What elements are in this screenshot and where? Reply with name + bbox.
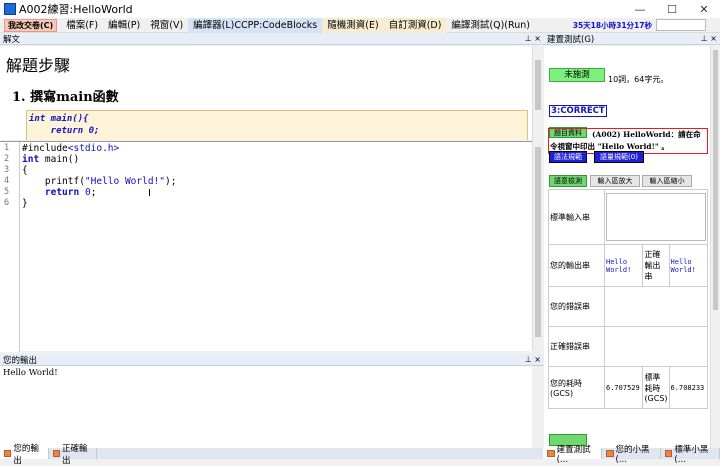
doc-scrollbar[interactable] [532, 46, 544, 141]
tab-icon [52, 450, 60, 457]
output-panel-header: 您的輸出 ⊥ × [0, 354, 544, 366]
tab-icon [547, 450, 555, 457]
topic-rules-button[interactable]: 語量規範(0) [594, 151, 644, 163]
code-line: int main() [22, 154, 80, 165]
your-error-label: 您的錯誤串 [548, 286, 605, 327]
timer-box [656, 19, 706, 31]
your-time-value: 6.707529 [603, 366, 644, 409]
line-number: 4 [4, 176, 10, 186]
code-line: return 0; [44, 187, 97, 198]
your-output-label: 您的輸出串 [548, 244, 605, 287]
your-output-value: Hello World! [603, 244, 644, 287]
pin-icon[interactable]: ⊥ × [525, 355, 541, 364]
std-time-label: 標準耗時(GCS) [642, 366, 670, 409]
pin-icon[interactable]: ⊥ × [701, 34, 717, 43]
window-title: A002練習:HelloWorld [19, 3, 133, 16]
menu-compiler[interactable]: 編譯器(L)CCPP:CodeBlocks [188, 17, 323, 33]
line-number: 6 [4, 198, 10, 208]
close-button[interactable]: ✕ [688, 0, 720, 18]
editor-scrollbar[interactable] [532, 141, 544, 351]
pin-icon[interactable]: ⊥ × [525, 34, 541, 43]
correct-error-label: 正確錯誤串 [548, 326, 605, 367]
tab-icon [4, 450, 12, 457]
doc-code-block: int main(){ return 0; [26, 110, 528, 140]
line-number: 2 [4, 154, 10, 164]
zoom-in-input-button[interactable]: 輸入區放大 [590, 175, 640, 187]
menu-custom-data[interactable]: 自訂測資(D) [383, 17, 447, 33]
maximize-button[interactable]: ☐ [656, 0, 688, 18]
doc-panel-header: 解文 ⊥ × [0, 33, 544, 45]
line-number: 3 [4, 165, 10, 175]
output-panel-title: 您的輸出 [3, 355, 38, 366]
stdin-input[interactable] [604, 189, 708, 245]
tab-your-blackbox[interactable]: 您的小黑(... [602, 445, 662, 465]
menu-view[interactable]: 視窗(V) [145, 18, 188, 33]
code-line: printf("Hello World!"); [22, 176, 177, 187]
doc-code-line: int main(){ [29, 114, 89, 124]
code-line: } [22, 198, 28, 209]
semantic-check-button[interactable]: 語意檢測 [549, 175, 587, 187]
menu-edit[interactable]: 編輯(P) [103, 18, 145, 33]
correct-output-label: 正確輸出串 [642, 244, 670, 287]
tab-correct-output[interactable]: 正確輸出 [49, 444, 98, 466]
build-test-panel: 未施測 10詞，64字元。 3:CORRECT 題目資料 (A002) Hell… [544, 46, 710, 448]
doc-heading: 解題步驟 [6, 56, 71, 75]
zoom-out-input-button[interactable]: 輸入區縮小 [642, 175, 692, 187]
countdown-timer: 35天18小時31分17秒 [572, 20, 652, 30]
minimize-button[interactable]: — [624, 0, 656, 18]
build-test-scrollbar[interactable] [710, 46, 720, 448]
menu-random-data[interactable]: 隨機測資(E) [322, 17, 384, 33]
code-line: { [22, 165, 28, 176]
line-number: 1 [4, 143, 10, 153]
tab-std-blackbox[interactable]: 標準小黑(... [661, 445, 720, 465]
tab-icon [665, 450, 673, 457]
app-icon [4, 3, 16, 15]
syntax-rules-button[interactable]: 語法規範 [549, 151, 587, 163]
doc-step: 1. 撰寫main函數 [12, 90, 119, 105]
bottom-tab-bar: 您的輸出 正確輸出 建置測試(... 您的小黑(... 標準小黑(... [0, 444, 720, 466]
title-bar: A002練習:HelloWorld — ☐ ✕ [0, 0, 720, 18]
menu-compile-run[interactable]: 編譯測試(Q)(Run) [446, 18, 535, 33]
code-editor[interactable]: 1 2 3 4 5 6 #include<stdio.h> int main()… [0, 141, 532, 352]
code-line: #include<stdio.h> [22, 143, 120, 154]
test-result-table: 標準輸入串 您的輸出串 Hello World! 正確輸出串 Hello Wor… [548, 189, 709, 409]
your-time-label: 您的耗時(GCS) [548, 366, 605, 409]
line-gutter: 1 2 3 4 5 6 [0, 142, 20, 352]
doc-panel: 解題步驟 1. 撰寫main函數 int main(){ return 0; [0, 46, 532, 140]
tab-icon [606, 450, 614, 457]
text-cursor-icon: Ι [148, 188, 151, 199]
submit-exam-button[interactable]: 我改交卷(C) [4, 18, 58, 32]
menu-bar: 我改交卷(C) 檔案(F) 編輯(P) 視窗(V) 編譯器(L)CCPP:Cod… [0, 17, 720, 33]
tab-build-test[interactable]: 建置測試(... [543, 445, 603, 465]
stdin-label: 標準輸入串 [548, 189, 605, 245]
tab-your-output[interactable]: 您的輸出 [0, 444, 49, 466]
correct-output-value: Hello World! [668, 244, 709, 287]
result-label: 3:CORRECT [549, 105, 607, 117]
build-test-panel-header: 建置測試(G) ⊥ × [544, 33, 720, 45]
build-test-title: 建置測試(G) [547, 34, 595, 45]
line-number: 5 [4, 187, 10, 197]
menu-file[interactable]: 檔案(F) [61, 18, 103, 33]
status-button[interactable]: 未施測 [549, 68, 605, 82]
doc-panel-title: 解文 [3, 34, 21, 45]
std-time-value: 6.708233 [668, 366, 709, 409]
doc-code-line: return 0; [29, 126, 100, 136]
output-text: Hello World! [0, 366, 532, 448]
code-stats: 10詞，64字元。 [608, 75, 669, 84]
